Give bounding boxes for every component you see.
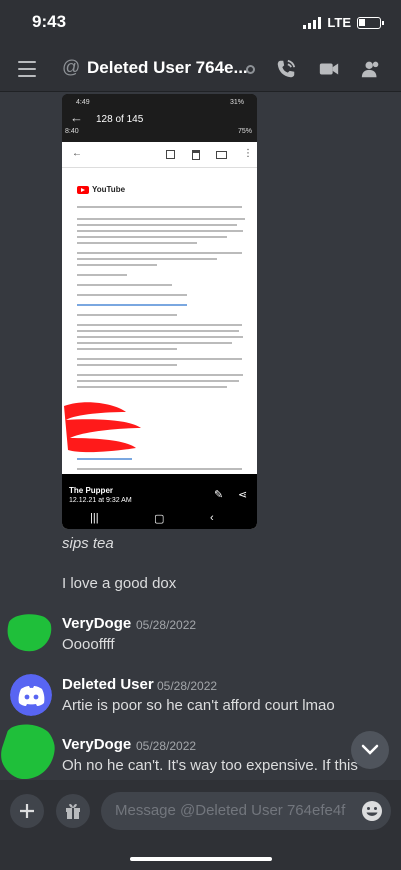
avatar[interactable] — [3, 612, 53, 652]
share-icon: ⋖ — [238, 489, 248, 501]
channel-header: @ Deleted User 764e... — [0, 46, 401, 92]
members-icon[interactable] — [360, 58, 382, 80]
embedded-email: ← ⋮ YouTube — [62, 142, 257, 529]
delete-icon — [192, 150, 200, 160]
embedded-time-2: 8:40 — [65, 128, 79, 135]
message-timestamp: 05/28/2022 — [157, 679, 218, 693]
call-icon[interactable] — [275, 58, 297, 80]
image-attachment[interactable]: 4:49 31% ← 128 of 145 8:40 75% ← ⋮ YouTu… — [62, 94, 257, 529]
text-line — [77, 206, 242, 208]
gift-button[interactable] — [56, 794, 90, 828]
battery-icon — [357, 16, 384, 29]
recents-icon: ||| — [90, 512, 99, 524]
email-back-icon: ← — [72, 148, 82, 159]
plus-icon — [20, 804, 34, 818]
back-nav-icon: ‹ — [210, 512, 214, 524]
signal-icon — [303, 16, 322, 29]
youtube-logo: YouTube — [77, 185, 125, 194]
status-icons: LTE — [303, 15, 384, 30]
add-button[interactable] — [10, 794, 44, 828]
message-text: Ooooffff — [62, 636, 115, 653]
at-icon: @ — [62, 57, 81, 77]
message-timestamp: 05/28/2022 — [136, 739, 197, 753]
email-toolbar: ← ⋮ — [62, 142, 257, 168]
message-text: Oh no he can't. It's way too expensive. … — [62, 757, 358, 774]
avatar[interactable] — [0, 722, 55, 780]
message-author[interactable]: VeryDoge — [62, 615, 131, 632]
message-text: I love a good dox — [62, 575, 177, 592]
message-placeholder: Message @Deleted User 764efe4f — [115, 802, 346, 819]
offline-status-icon — [246, 65, 255, 74]
chevron-down-icon — [361, 744, 379, 755]
more-icon: ⋮ — [243, 148, 253, 159]
embedded-counter: 128 of 145 — [96, 114, 144, 125]
channel-title[interactable]: Deleted User 764e... — [87, 58, 248, 78]
avatar[interactable] — [10, 674, 52, 716]
message-input[interactable]: Message @Deleted User 764efe4f — [101, 792, 391, 830]
gift-icon — [66, 804, 80, 819]
message-author[interactable]: Deleted User — [62, 676, 154, 693]
embedded-photo-title: The Pupper — [69, 486, 114, 495]
message-text: sips tea — [62, 535, 114, 552]
redaction-scribble — [64, 402, 141, 453]
menu-icon[interactable] — [18, 61, 36, 82]
message-text: Artie is poor so he can't afford court l… — [62, 697, 335, 714]
edit-icon: ✎ — [214, 489, 224, 501]
embedded-battery: 31% — [230, 99, 245, 106]
video-call-icon[interactable] — [318, 58, 340, 80]
embedded-time: 4:49 — [76, 99, 90, 106]
network-label: LTE — [327, 15, 351, 30]
home-indicator — [130, 857, 272, 861]
jump-to-present-button[interactable] — [351, 731, 389, 769]
message-timestamp: 05/28/2022 — [136, 618, 197, 632]
back-arrow-icon: ← — [70, 110, 83, 125]
status-time: 9:43 — [32, 12, 67, 31]
home-nav-icon: ▢ — [154, 513, 165, 525]
embedded-phone-topbar: 4:49 31% ← 128 of 145 8:40 75% — [62, 94, 257, 142]
status-bar: 9:43 LTE — [0, 0, 401, 46]
embedded-battery-2: 75% — [238, 128, 253, 135]
archive-icon — [166, 150, 175, 159]
mail-icon — [216, 151, 227, 159]
embedded-photo-date: 12.12.21 at 9:32 AM — [69, 497, 132, 504]
message-author[interactable]: VeryDoge — [62, 736, 131, 753]
emoji-icon[interactable] — [361, 800, 383, 822]
